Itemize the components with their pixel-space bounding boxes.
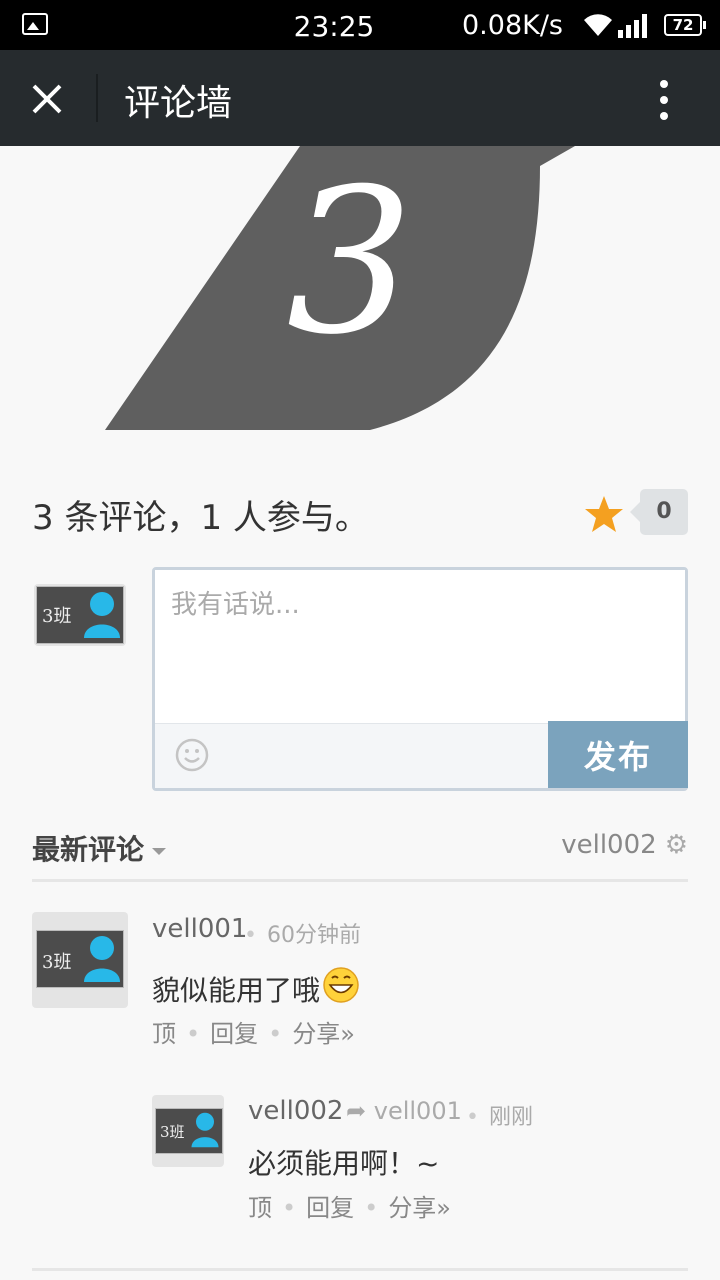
- separator-dot: •: [244, 923, 257, 948]
- user-icon: [84, 936, 120, 982]
- star-icon[interactable]: [584, 494, 624, 534]
- avatar[interactable]: 3班: [152, 1095, 224, 1167]
- grin-emoji-icon: [323, 967, 359, 1003]
- battery-icon: 72: [664, 14, 706, 36]
- banner-number: 3: [286, 146, 413, 379]
- comment-text: 貌似能用了哦: [152, 974, 321, 1007]
- composer-toolbar: 发布: [155, 721, 688, 788]
- separator-dot: •: [364, 1194, 379, 1222]
- avatar[interactable]: 3班: [32, 912, 128, 1008]
- publish-button[interactable]: 发布: [548, 721, 688, 788]
- user-icon: [84, 592, 120, 638]
- comment-text: 必须能用啊！~: [248, 1147, 440, 1180]
- comment-input[interactable]: [155, 570, 685, 724]
- comment-body: 貌似能用了哦: [152, 966, 360, 1009]
- battery-level: 72: [672, 16, 694, 34]
- separator-dot: •: [268, 1020, 283, 1048]
- avatar-label: 3班: [42, 952, 72, 973]
- wifi-icon: [584, 14, 612, 36]
- separator-dot: •: [466, 1105, 479, 1130]
- current-user-name: vell002: [561, 830, 657, 860]
- reply-to: ➦ vell001: [346, 1097, 462, 1125]
- comment-summary: 3 条评论，1 人参与。: [32, 498, 369, 538]
- signal-icon: [618, 14, 647, 38]
- status-time: 23:25: [293, 10, 375, 43]
- reply-arrow-icon: ➦: [346, 1097, 367, 1125]
- sort-dropdown[interactable]: 最新评论: [32, 828, 167, 868]
- comment-author[interactable]: vell002: [248, 1096, 343, 1126]
- avatar: 3班: [34, 584, 126, 646]
- current-user[interactable]: vell002 ⚙: [561, 830, 688, 860]
- comment-actions: 顶 • 回复 • 分享»: [152, 1014, 355, 1049]
- gear-icon[interactable]: ⚙: [665, 830, 688, 860]
- reply-link[interactable]: 回复: [306, 1194, 354, 1222]
- more-options-icon[interactable]: [644, 76, 684, 126]
- network-speed: 0.08K/s: [462, 10, 563, 41]
- reply-link[interactable]: 回复: [210, 1020, 258, 1048]
- close-icon[interactable]: [22, 74, 72, 124]
- top-bar: 评论墙: [0, 50, 720, 146]
- upvote-link[interactable]: 顶: [152, 1020, 176, 1048]
- emoji-icon[interactable]: [175, 738, 209, 772]
- upvote-link[interactable]: 顶: [248, 1194, 272, 1222]
- avatar-label: 3班: [160, 1123, 185, 1141]
- share-link[interactable]: 分享»: [388, 1194, 451, 1222]
- comment-actions: 顶 • 回复 • 分享»: [248, 1188, 451, 1223]
- page-title: 评论墙: [124, 83, 233, 124]
- status-bar: 23:25 0.08K/s 72: [0, 0, 720, 50]
- comment-time: 60分钟前: [266, 923, 361, 948]
- chevron-down-icon: [152, 847, 167, 855]
- comment-time: 刚刚: [488, 1105, 533, 1130]
- separator-dot: •: [186, 1020, 201, 1048]
- share-link[interactable]: 分享»: [292, 1020, 355, 1048]
- star-count: 0: [630, 489, 688, 535]
- reply-to-user[interactable]: vell001: [374, 1097, 462, 1125]
- comment-meta: • 60分钟前: [244, 917, 361, 949]
- divider: [32, 879, 688, 882]
- separator-dot: •: [282, 1194, 297, 1222]
- comment-composer: 发布: [152, 567, 688, 791]
- comment-meta: • 刚刚: [466, 1099, 533, 1131]
- divider: [32, 1268, 688, 1271]
- sort-label: 最新评论: [32, 833, 145, 866]
- user-icon: [191, 1112, 219, 1148]
- avatar-label: 3班: [42, 606, 72, 627]
- comment-author[interactable]: vell001: [152, 914, 247, 944]
- header-divider: [96, 74, 98, 122]
- banner-image: 3: [105, 146, 575, 430]
